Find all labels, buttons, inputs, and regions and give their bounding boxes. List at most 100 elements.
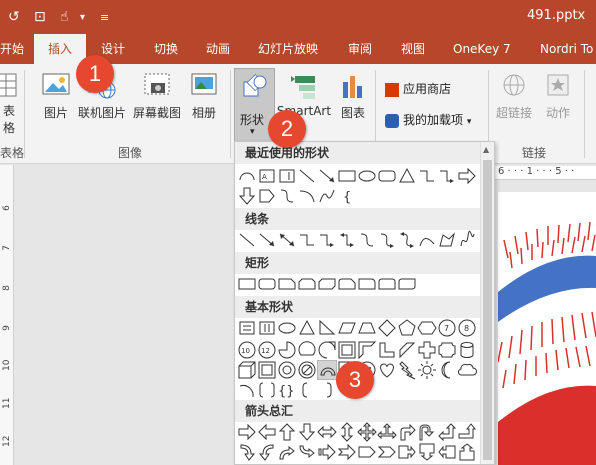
elbow-double-arrow-connector-shape[interactable] — [337, 230, 357, 250]
undo-icon[interactable]: ↺ — [8, 9, 20, 25]
bent-arrow-shape[interactable] — [397, 422, 417, 442]
elbow-arrow-connector-shape[interactable] — [437, 166, 457, 186]
parallelogram-shape[interactable] — [337, 318, 357, 338]
rounded-rectangle-shape[interactable] — [377, 166, 397, 186]
chord-shape[interactable] — [297, 340, 317, 360]
hexagon-shape[interactable] — [417, 318, 437, 338]
tab-home[interactable]: 开始 — [0, 34, 24, 64]
pentagon-shape[interactable] — [397, 318, 417, 338]
arrow-line-shape[interactable] — [317, 166, 337, 186]
quad-arrow-shape[interactable] — [357, 422, 377, 442]
tab-animations[interactable]: 动画 — [206, 34, 230, 64]
right-bracket-shape[interactable] — [317, 380, 337, 400]
textbox-shape[interactable]: A — [257, 166, 277, 186]
chevron-shape[interactable] — [377, 442, 397, 462]
line-shape[interactable] — [297, 166, 317, 186]
triangle-shape[interactable] — [397, 166, 417, 186]
cloud-shape[interactable] — [457, 360, 477, 380]
cross-shape[interactable] — [417, 340, 437, 360]
picture-button[interactable]: 图片 — [38, 72, 74, 121]
elbow-connector-shape[interactable] — [417, 166, 437, 186]
up-arrow-shape[interactable] — [277, 422, 297, 442]
textbox-shape[interactable] — [237, 318, 257, 338]
half-frame-shape[interactable] — [357, 340, 377, 360]
diamond-shape[interactable] — [377, 318, 397, 338]
dodecagon-shape[interactable]: 12 — [257, 340, 277, 360]
brace-shape[interactable]: { — [337, 186, 357, 206]
frame-shape[interactable] — [337, 340, 357, 360]
present-from-start-icon[interactable]: ⊡ — [34, 9, 46, 25]
curve-shape[interactable] — [277, 186, 297, 206]
chart-button[interactable]: 图表 — [336, 74, 370, 121]
heart-shape[interactable] — [377, 360, 397, 380]
slide[interactable] — [498, 192, 596, 465]
curved-up-arrow-shape[interactable] — [277, 442, 297, 462]
scroll-up-icon[interactable]: ▲ — [483, 145, 489, 154]
cube-shape[interactable] — [237, 360, 257, 380]
l-shape[interactable] — [377, 340, 397, 360]
u-turn-arrow-shape[interactable] — [417, 422, 437, 442]
left-right-arrow-shape[interactable] — [317, 422, 337, 442]
vertical-textbox-shape[interactable] — [257, 318, 277, 338]
line-shape[interactable] — [237, 230, 257, 250]
left-up-arrow-shape[interactable] — [437, 422, 457, 442]
donut-shape[interactable] — [277, 360, 297, 380]
tab-transitions[interactable]: 切换 — [154, 34, 178, 64]
trapezoid-shape[interactable] — [357, 318, 377, 338]
pie-shape[interactable] — [277, 340, 297, 360]
bevel-shape[interactable] — [257, 360, 277, 380]
curved-left-arrow-shape[interactable] — [257, 442, 277, 462]
down-arrow-callout-shape[interactable] — [417, 442, 437, 462]
tab-onekey[interactable]: OneKey 7 — [453, 34, 511, 64]
curved-right-arrow-shape[interactable] — [237, 442, 257, 462]
curved-double-arrow-connector-shape[interactable] — [397, 230, 417, 250]
lightning-bolt-shape[interactable] — [397, 360, 417, 380]
up-arrow-callout-shape[interactable] — [457, 442, 477, 462]
diagonal-stripe-shape[interactable] — [397, 340, 417, 360]
sun-shape[interactable] — [417, 360, 437, 380]
right-arrow-shape[interactable] — [457, 166, 477, 186]
octagon-shape[interactable]: 8 — [457, 318, 477, 338]
heptagon-shape[interactable]: 7 — [437, 318, 457, 338]
snip-round-rectangle-shape[interactable] — [337, 274, 357, 294]
notched-right-arrow-shape[interactable] — [337, 442, 357, 462]
snip-corner-rectangle-shape[interactable] — [277, 274, 297, 294]
moon-shape[interactable] — [437, 360, 457, 380]
curve-shape[interactable] — [417, 230, 437, 250]
hyperlink-button[interactable]: 超链接 — [494, 72, 534, 121]
curved-down-arrow-shape[interactable] — [297, 442, 317, 462]
shapes-gallery[interactable]: 最近使用的形状 A { 线条 矩形 基本形状 7 8 10 12 {} 箭头总汇… — [234, 141, 495, 465]
rectangle-shape[interactable] — [237, 274, 257, 294]
teardrop-shape[interactable] — [317, 340, 337, 360]
no-symbol-shape[interactable] — [297, 360, 317, 380]
curved-connector-shape[interactable] — [297, 186, 317, 206]
left-arrow-callout-shape[interactable] — [437, 442, 457, 462]
pentagon-arrow-shape[interactable] — [357, 442, 377, 462]
right-triangle-shape[interactable] — [317, 318, 337, 338]
elbow-arrow-connector-shape[interactable] — [317, 230, 337, 250]
down-arrow-shape[interactable] — [237, 186, 257, 206]
tab-review[interactable]: 审阅 — [348, 34, 372, 64]
down-arrow-shape[interactable] — [297, 422, 317, 442]
left-bracket-shape[interactable] — [297, 380, 317, 400]
double-brace-shape[interactable]: {} — [277, 380, 297, 400]
round-same-side-rectangle-shape[interactable] — [377, 274, 397, 294]
tab-insert[interactable]: 插入 — [34, 34, 86, 64]
right-arrow-callout-shape[interactable] — [397, 442, 417, 462]
plaque-shape[interactable] — [437, 340, 457, 360]
oval-shape[interactable] — [357, 166, 377, 186]
double-bracket-shape[interactable] — [257, 380, 277, 400]
tab-view[interactable]: 视图 — [401, 34, 425, 64]
decagon-shape[interactable]: 10 — [237, 340, 257, 360]
curved-arrow-connector-shape[interactable] — [377, 230, 397, 250]
round-diagonal-rectangle-shape[interactable] — [397, 274, 417, 294]
gallery-scrollbar[interactable]: ▲ — [480, 142, 494, 464]
my-addins-button[interactable]: 我的加载项 ▾ — [385, 111, 471, 128]
arc-shape[interactable] — [237, 380, 257, 400]
rectangle-shape[interactable] — [337, 166, 357, 186]
freeform-shape[interactable] — [437, 230, 457, 250]
block-arc-shape[interactable] — [317, 360, 337, 380]
chevron-down-icon[interactable]: ▾ — [80, 12, 85, 23]
scrollbar-thumb[interactable] — [483, 160, 492, 460]
right-arrow-shape[interactable] — [237, 422, 257, 442]
